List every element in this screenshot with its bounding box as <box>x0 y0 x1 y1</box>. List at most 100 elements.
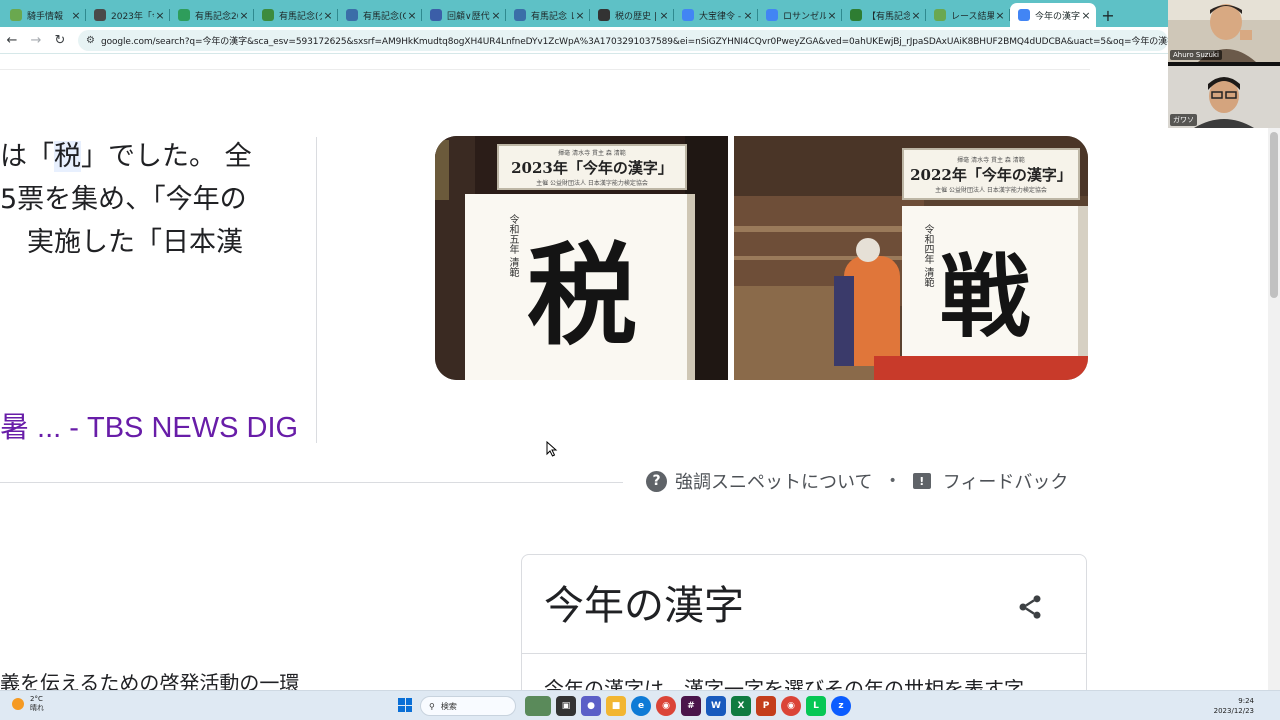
task-view-icon[interactable]: ▣ <box>556 696 576 716</box>
excel-icon[interactable]: X <box>731 696 751 716</box>
knowledge-panel-divider <box>522 653 1086 654</box>
google-favicon-icon <box>1018 9 1030 21</box>
footer-separator: • <box>888 473 897 489</box>
browser-tab[interactable]: 有馬記念(G × <box>338 3 422 27</box>
close-tab-icon[interactable]: × <box>1080 9 1092 22</box>
browser-tab[interactable]: ロサンゼルス× <box>758 3 842 27</box>
tab-label: 有馬記念 レ <box>531 11 574 22</box>
word-icon[interactable]: W <box>706 696 726 716</box>
close-tab-icon[interactable]: × <box>490 9 502 22</box>
browser-tab[interactable]: 大宝律令 - C× <box>674 3 758 27</box>
snippet-highlight: 税 <box>54 141 81 172</box>
zoom-app-icon[interactable]: z <box>831 696 851 716</box>
header-divider <box>0 69 1090 70</box>
knowledge-panel-title: 今年の漢字 <box>544 583 744 629</box>
windows-taskbar: 2°C 晴れ ⚲ 検索 ▣ ● ■ e ◉ # W X P ◉ L z 9:24… <box>0 690 1280 720</box>
sign-2022: 揮毫 清水寺 貫主 森 清範 2022年「今年の漢字」 主催 公益財団法人 日本… <box>902 148 1080 200</box>
weather-condition: 晴れ <box>30 704 44 712</box>
mouse-cursor-icon <box>546 441 558 457</box>
snippet-divider <box>316 137 317 443</box>
taskbar-search[interactable]: ⚲ 検索 <box>420 696 516 716</box>
share-icon[interactable] <box>1016 593 1044 621</box>
browser-tab[interactable]: 今年の漢字 × <box>1010 3 1096 27</box>
tab-label: 【有馬記念】 <box>867 11 910 22</box>
browser-tab[interactable]: 有馬記念 レ× <box>506 3 590 27</box>
browser-tab[interactable]: 【有馬記念】× <box>842 3 926 27</box>
close-tab-icon[interactable]: × <box>574 9 586 22</box>
result-text-fragment: 義を伝えるための啓発活動の一環 <box>0 671 300 690</box>
teams-chat-icon[interactable]: ● <box>581 696 601 716</box>
scrollbar-thumb[interactable] <box>1270 132 1278 298</box>
close-tab-icon[interactable]: × <box>154 9 166 22</box>
tab-label: 有馬記念(グ <box>279 11 322 22</box>
browser-tab[interactable]: 騎手情報 × <box>2 3 86 27</box>
widget-landscape-icon[interactable] <box>525 696 551 716</box>
browser-tab[interactable]: 有馬記念(グ× <box>254 3 338 27</box>
feedback-icon[interactable]: ! <box>912 473 931 489</box>
image-2023-kanji[interactable]: 揮毫 清水寺 貫主 森 清範 2023年「今年の漢字」 主催 公益財団法人 日本… <box>435 136 728 380</box>
start-windows-icon[interactable] <box>398 698 412 712</box>
close-tab-icon[interactable]: × <box>658 9 670 22</box>
about-snippets-link[interactable]: 強調スニペットについて <box>675 468 872 494</box>
tab-label: 騎手情報 <box>27 11 64 22</box>
snippet-line-2: 5票を集め、「今年の <box>0 184 247 215</box>
weather-widget[interactable]: 2°C 晴れ <box>12 695 44 713</box>
address-bar[interactable]: ⚙ google.com/search?q=今年の漢字&sca_esv=5931… <box>78 29 1168 51</box>
close-tab-icon[interactable]: × <box>238 9 250 22</box>
browser-toolbar: ← → ↻ ⚙ google.com/search?q=今年の漢字&sca_es… <box>0 27 1168 54</box>
browser-tab[interactable]: 回顧∨歴代 × <box>422 3 506 27</box>
snippet-line-3: 実施した「日本漢 <box>0 227 243 258</box>
site-info-icon[interactable]: ⚙ <box>86 35 95 46</box>
video-tile-1: Ahuro Suzuki <box>1168 0 1280 62</box>
browser-tab[interactable]: 有馬記念20 × <box>170 3 254 27</box>
powerpoint-icon[interactable]: P <box>756 696 776 716</box>
search-icon: ⚲ <box>429 701 435 711</box>
new-tab-button[interactable]: + <box>1096 3 1120 27</box>
close-tab-icon[interactable]: × <box>322 9 334 22</box>
back-arrow-icon[interactable]: ← <box>0 28 24 52</box>
mountain-favicon-icon <box>346 9 358 21</box>
close-tab-icon[interactable]: × <box>70 9 82 22</box>
google-favicon-icon <box>682 9 694 21</box>
browser-tab[interactable]: レース結果 × <box>926 3 1010 27</box>
taskbar-apps: ▣ ● ■ e ◉ # W X P ◉ L z <box>525 696 851 716</box>
close-tab-icon[interactable]: × <box>406 9 418 22</box>
snippet-images: 揮毫 清水寺 貫主 森 清範 2023年「今年の漢字」 主催 公益財団法人 日本… <box>435 136 1088 380</box>
kanji-war: 戦 <box>940 244 1030 350</box>
feedback-link[interactable]: フィードバック <box>943 468 1069 494</box>
weather-temperature: 2°C <box>30 695 43 703</box>
forward-arrow-icon[interactable]: → <box>24 28 48 52</box>
sign-2023: 揮毫 清水寺 貫主 森 清範 2023年「今年の漢字」 主催 公益財団法人 日本… <box>497 144 687 190</box>
kanji-signature: 令和五年 清範 <box>507 214 518 278</box>
u-favicon-icon <box>178 9 190 21</box>
camera-favicon-icon <box>598 9 610 21</box>
google-favicon-icon <box>766 9 778 21</box>
tab-label: 回顧∨歴代 <box>447 11 490 22</box>
slack-icon[interactable]: # <box>681 696 701 716</box>
line-app-icon[interactable]: L <box>806 696 826 716</box>
browser-tab[interactable]: 2023年「今年× <box>86 3 170 27</box>
chrome-profile-icon[interactable]: ◉ <box>781 696 801 716</box>
close-tab-icon[interactable]: × <box>742 9 754 22</box>
close-tab-icon[interactable]: × <box>910 9 922 22</box>
close-tab-icon[interactable]: × <box>994 9 1006 22</box>
close-tab-icon[interactable]: × <box>826 9 838 22</box>
address-bar-url: google.com/search?q=今年の漢字&sca_esv=593172… <box>100 36 1168 47</box>
image-2022-kanji[interactable]: 揮毫 清水寺 貫主 森 清範 2022年「今年の漢字」 主催 公益財団法人 日本… <box>734 136 1088 380</box>
knowledge-panel: 今年の漢字 今年の漢字は、漢字一字を選びその年の世相を表す字 <box>521 554 1087 690</box>
green-favicon-icon <box>850 9 862 21</box>
section-divider <box>0 482 623 483</box>
result-source-link[interactable]: 暑 ... - TBS NEWS DIG <box>0 404 298 446</box>
knowledge-panel-description: 今年の漢字は、漢字一字を選びその年の世相を表す字 <box>544 677 1024 690</box>
tab-label: 2023年「今年 <box>111 11 154 22</box>
browser-tab[interactable]: 税の歴史 | 年× <box>590 3 674 27</box>
help-icon[interactable]: ? <box>646 470 667 492</box>
chrome-browser-icon[interactable]: ◉ <box>656 696 676 716</box>
edge-browser-icon[interactable]: e <box>631 696 651 716</box>
sun-icon <box>12 698 24 710</box>
file-explorer-icon[interactable]: ■ <box>606 696 626 716</box>
tab-label: 税の歴史 | 年 <box>615 11 658 22</box>
reload-icon[interactable]: ↻ <box>48 28 72 52</box>
system-clock[interactable]: 9:24 2023/12/23 <box>1214 696 1254 716</box>
doc-favicon-icon <box>94 9 106 21</box>
